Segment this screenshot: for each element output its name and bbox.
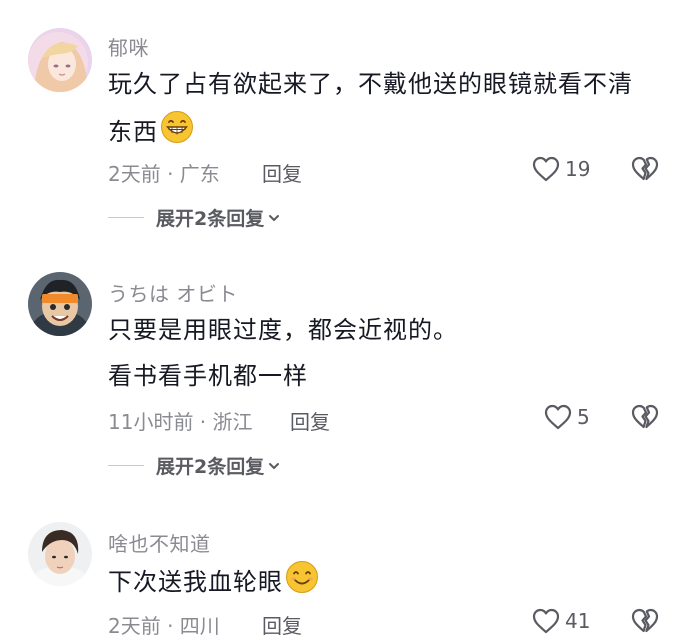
comment-text-line: 看书看手机都一样 — [108, 362, 308, 390]
chevron-down-icon — [269, 462, 280, 469]
reply-button[interactable]: 回复 — [262, 610, 302, 639]
chevron-down-icon — [269, 214, 280, 221]
like-button[interactable]: 19 — [531, 154, 590, 184]
comment-text-fragment: 东西 — [108, 118, 158, 146]
comment-item: 啥也不知道 下次送我血轮眼 2天前 · 四川 回复 41 — [0, 490, 690, 641]
expand-replies-button[interactable]: 展开2条回复 — [108, 452, 281, 479]
dislike-button[interactable] — [630, 402, 660, 436]
dislike-button[interactable] — [630, 154, 660, 188]
comment-meta: 11小时前 · 浙江 — [108, 410, 253, 434]
expand-replies-label: 展开2条回复 — [156, 456, 265, 478]
divider — [108, 217, 144, 218]
comment-text-line: 东西 — [108, 111, 194, 152]
divider — [108, 465, 144, 466]
avatar-image — [28, 272, 92, 336]
heart-icon — [532, 608, 560, 634]
reply-button[interactable]: 回复 — [290, 406, 330, 435]
avatar[interactable] — [28, 272, 92, 336]
heart-icon — [532, 156, 560, 182]
like-count: 41 — [565, 609, 591, 633]
comment-text-line: 下次送我血轮眼 — [108, 561, 319, 602]
broken-heart-icon — [631, 404, 659, 429]
like-button[interactable]: 5 — [543, 402, 590, 432]
avatar-image — [28, 28, 92, 92]
grinning-face-emoji-icon — [160, 110, 194, 152]
broken-heart-icon — [631, 156, 659, 181]
broken-heart-icon — [631, 608, 659, 633]
smiling-face-emoji-icon — [285, 560, 319, 602]
like-button[interactable]: 41 — [531, 606, 590, 636]
expand-replies-button[interactable]: 展开2条回复 — [108, 204, 281, 231]
like-count: 5 — [577, 405, 590, 429]
avatar-image — [28, 522, 92, 586]
username[interactable]: 郁咪 — [108, 32, 149, 61]
avatar[interactable] — [28, 28, 92, 92]
comment-item: うちは オビト 只要是用眼过度，都会近视的。 看书看手机都一样 11小时前 · … — [0, 240, 690, 490]
expand-replies-label: 展开2条回复 — [156, 208, 265, 230]
reply-button[interactable]: 回复 — [262, 158, 302, 187]
comment-meta: 2天前 · 广东 — [108, 162, 220, 186]
comment-text-line: 只要是用眼过度，都会近视的。 — [108, 316, 458, 344]
comment-item: 郁咪 玩久了占有欲起来了，不戴他送的眼镜就看不清 东西 2天前 · 广东 回复 … — [0, 0, 690, 240]
comment-meta: 2天前 · 四川 — [108, 614, 220, 638]
comment-text-line: 玩久了占有欲起来了，不戴他送的眼镜就看不清 — [108, 70, 633, 98]
comment-text-fragment: 下次送我血轮眼 — [108, 568, 283, 596]
avatar[interactable] — [28, 522, 92, 586]
heart-icon — [544, 404, 572, 430]
like-count: 19 — [565, 157, 591, 181]
dislike-button[interactable] — [630, 606, 660, 640]
username[interactable]: 啥也不知道 — [108, 528, 211, 557]
username[interactable]: うちは オビト — [108, 278, 238, 307]
